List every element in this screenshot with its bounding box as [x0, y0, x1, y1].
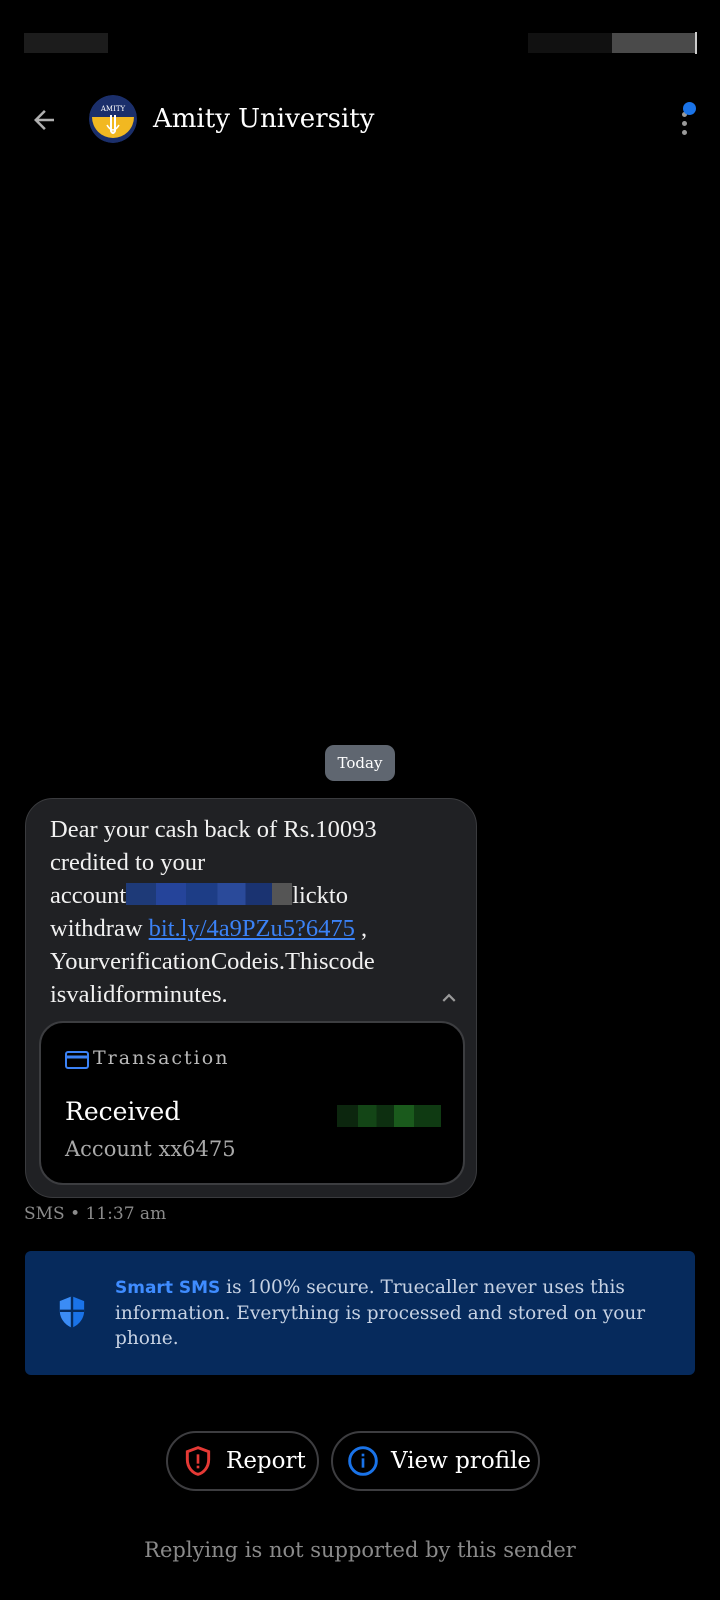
info-icon	[348, 1446, 378, 1476]
message-fragment: account	[50, 882, 127, 909]
chevron-up-icon	[442, 993, 456, 1002]
brand-name: Smart SMS	[115, 1278, 221, 1298]
message-line: Dear your cash back of Rs.10093	[50, 816, 377, 843]
message-line: credited to your	[50, 849, 206, 876]
reply-disabled-note: Replying is not supported by this sender	[144, 1538, 576, 1562]
view-profile-button[interactable]: View profile	[331, 1431, 540, 1491]
avatar[interactable]: AMITY	[89, 95, 137, 143]
message-fragment: ,	[354, 915, 368, 942]
credit-card-icon	[65, 1051, 89, 1069]
message-fragment: lickto	[292, 882, 348, 909]
conversation-header: AMITY Amity University	[0, 88, 720, 154]
message-line: account lickto	[50, 879, 450, 912]
message-line: withdraw bit.ly/4a9PZu5?6475 ,	[50, 912, 450, 945]
status-bar-redacted-right	[528, 33, 612, 53]
collapse-button[interactable]	[436, 985, 462, 1011]
status-bar-redacted-left	[24, 33, 108, 53]
svg-text:AMITY: AMITY	[100, 105, 126, 113]
transaction-account: Account xx6475	[65, 1137, 236, 1161]
view-profile-label: View profile	[391, 1448, 532, 1474]
arrow-back-icon	[34, 110, 54, 130]
status-bar-redacted-right-2	[612, 33, 696, 53]
page-title: Amity University	[153, 104, 375, 134]
message-line: YourverificationCodeis.Thiscode	[50, 948, 375, 975]
smart-sms-banner: Smart SMS is 100% secure. Truecaller nev…	[25, 1251, 695, 1375]
amity-logo-icon: AMITY	[89, 95, 137, 143]
back-button[interactable]	[26, 102, 62, 138]
report-icon	[185, 1446, 211, 1476]
redacted-amount	[337, 1105, 441, 1127]
status-bar-edge	[695, 32, 697, 54]
transaction-label: Transaction	[93, 1047, 230, 1069]
date-chip: Today	[325, 745, 395, 781]
message-fragment: withdraw	[50, 915, 149, 942]
message-line: isvalidforminutes.	[50, 981, 228, 1008]
message-meta: SMS • 11:37 am	[24, 1204, 167, 1224]
message-text: Dear your cash back of Rs.10093 credited…	[50, 813, 450, 1011]
notification-badge	[683, 102, 696, 115]
banner-text: Smart SMS is 100% secure. Truecaller nev…	[115, 1275, 675, 1351]
transaction-status: Received	[65, 1097, 181, 1126]
more-vert-icon-dot	[682, 121, 687, 126]
message-link[interactable]: bit.ly/4a9PZu5?6475	[149, 915, 355, 942]
redacted-account	[126, 883, 293, 905]
more-options-button[interactable]	[670, 102, 700, 138]
transaction-card[interactable]: Transaction Received Account xx6475	[39, 1021, 465, 1185]
report-button[interactable]: Report	[166, 1431, 319, 1491]
message-bubble[interactable]: Dear your cash back of Rs.10093 credited…	[25, 798, 477, 1198]
shield-icon	[59, 1296, 85, 1328]
more-vert-icon-dot	[682, 130, 687, 135]
report-label: Report	[226, 1448, 306, 1474]
